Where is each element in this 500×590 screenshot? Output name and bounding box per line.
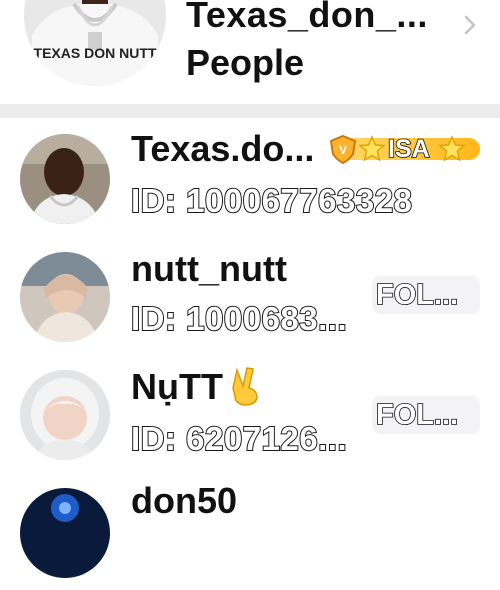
star-icon [438, 135, 466, 162]
person-id: ID: 6207126... [130, 419, 348, 458]
person-name: NụTT [131, 366, 265, 408]
section-divider [0, 104, 500, 118]
avatar[interactable] [20, 370, 110, 460]
avatar-shirt-text: TEXAS DON NUTT [34, 45, 157, 61]
person-name: Texas.do... [131, 128, 315, 169]
follow-button[interactable]: FOL... [372, 276, 480, 314]
header-avatar[interactable]: TEXAS DON NUTT [24, 0, 166, 86]
victory-hand-icon [232, 367, 258, 406]
list-item[interactable]: Texas.do... V ISA ID: 100067763328 [0, 118, 500, 236]
person-name: don50 [131, 480, 238, 521]
follow-button[interactable]: FOL... [372, 396, 480, 434]
page-title: Texas_don_... [186, 0, 428, 35]
badge-label: ISA [387, 134, 430, 164]
page-subtitle: People [186, 42, 305, 83]
star-icon [358, 135, 386, 162]
list-item[interactable]: NụTT ID: 6207126... FOL... [0, 354, 500, 472]
svg-text:V: V [339, 143, 347, 157]
profile-header: TEXAS DON NUTT Texas_don_... People [0, 0, 500, 104]
avatar[interactable] [20, 134, 110, 224]
person-name: nutt_nutt [131, 248, 287, 289]
vip-badge: V ISA [328, 134, 480, 164]
avatar[interactable] [20, 488, 110, 578]
avatar[interactable] [20, 252, 110, 342]
person-id: ID: 100067763328 [130, 181, 413, 220]
person-id: ID: 1000683... [130, 299, 348, 338]
list-item[interactable]: nutt_nutt ID: 1000683... FOL... [0, 236, 500, 354]
shield-icon: V [329, 134, 357, 164]
list-item[interactable]: don50 [0, 472, 500, 590]
chevron-right-icon[interactable] [462, 14, 478, 36]
